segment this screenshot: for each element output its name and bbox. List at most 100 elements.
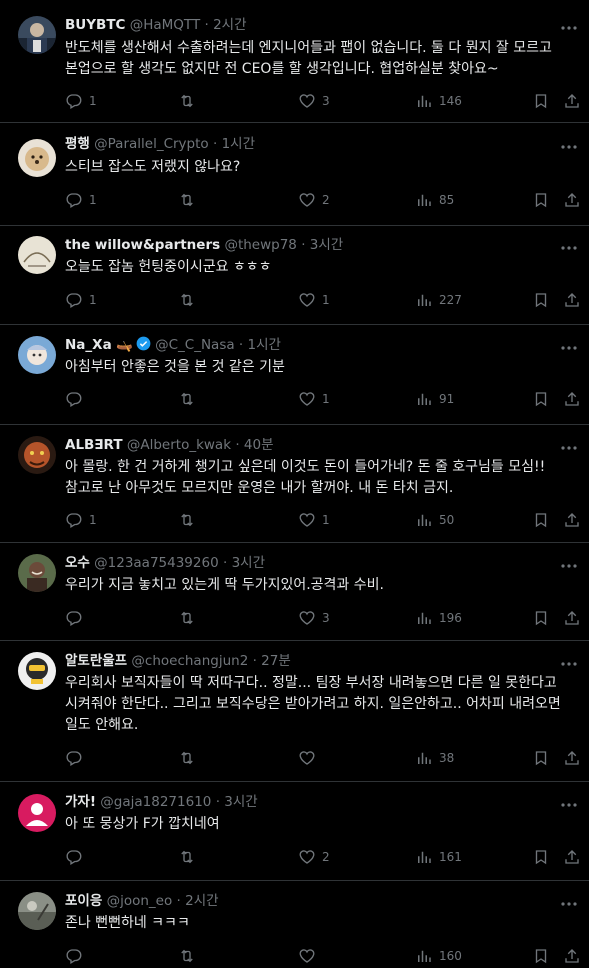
display-name[interactable]: 평행 — [65, 136, 90, 152]
share-button[interactable] — [563, 90, 581, 112]
like-button[interactable]: 3 — [298, 607, 330, 629]
timestamp[interactable]: 3시간 — [224, 794, 257, 810]
handle[interactable]: @thewp78 — [224, 237, 296, 253]
reply-button[interactable]: 1 — [65, 189, 97, 211]
avatar[interactable] — [18, 139, 56, 177]
tweet[interactable]: 평행 @Parallel_Crypto · 1시간 스티브 잡스도 저랬지 않나… — [0, 123, 589, 226]
timestamp[interactable]: 1시간 — [222, 136, 255, 152]
handle[interactable]: @Alberto_kwak — [127, 437, 231, 453]
views-button[interactable]: 227 — [415, 289, 462, 311]
retweet-button[interactable] — [178, 607, 202, 629]
like-button[interactable]: 1 — [298, 289, 330, 311]
handle[interactable]: @123aa75439260 — [94, 555, 219, 571]
views-button[interactable]: 50 — [415, 509, 454, 531]
retweet-button[interactable] — [178, 747, 202, 769]
retweet-button[interactable] — [178, 90, 202, 112]
like-button[interactable]: 1 — [298, 509, 330, 531]
retweet-button[interactable] — [178, 509, 202, 531]
tweet[interactable]: BUYBTC @HaMQTT · 2시간 반도체를 생산해서 수출하려는데 엔지… — [0, 0, 589, 123]
like-button[interactable] — [298, 945, 322, 967]
bookmark-button[interactable] — [532, 289, 550, 311]
views-button[interactable]: 146 — [415, 90, 462, 112]
more-icon[interactable] — [559, 797, 579, 811]
share-button[interactable] — [563, 289, 581, 311]
more-icon[interactable] — [559, 896, 579, 910]
bookmark-button[interactable] — [532, 189, 550, 211]
timestamp[interactable]: 3시간 — [310, 237, 343, 253]
bookmark-button[interactable] — [532, 846, 550, 868]
handle[interactable]: @choechangjun2 — [131, 653, 248, 669]
like-button[interactable]: 2 — [298, 189, 330, 211]
reply-button[interactable] — [65, 846, 89, 868]
avatar[interactable] — [18, 236, 56, 274]
tweet[interactable]: Na_Xa 🛶 @C_C_Nasa · 1시간 아침부터 안좋은 것을 본 것 … — [0, 325, 589, 425]
bookmark-button[interactable] — [532, 509, 550, 531]
display-name[interactable]: ALB∃RT — [65, 437, 123, 453]
tweet[interactable]: 오수 @123aa75439260 · 3시간 우리가 지금 놓치고 있는게 딱… — [0, 543, 589, 641]
reply-button[interactable] — [65, 945, 89, 967]
share-button[interactable] — [563, 388, 581, 410]
more-icon[interactable] — [559, 340, 579, 354]
retweet-button[interactable] — [178, 289, 202, 311]
avatar[interactable] — [18, 794, 56, 832]
retweet-button[interactable] — [178, 388, 202, 410]
more-icon[interactable] — [559, 558, 579, 572]
timestamp[interactable]: 2시간 — [185, 893, 218, 909]
avatar[interactable] — [18, 436, 56, 474]
reply-button[interactable] — [65, 388, 89, 410]
avatar[interactable] — [18, 652, 56, 690]
timestamp[interactable]: 2시간 — [213, 17, 246, 33]
avatar[interactable] — [18, 554, 56, 592]
display-name[interactable]: 알토란울프 — [65, 653, 127, 669]
display-name[interactable]: the willow&partners — [65, 237, 220, 253]
more-icon[interactable] — [559, 440, 579, 454]
avatar[interactable] — [18, 892, 56, 930]
views-button[interactable]: 160 — [415, 945, 462, 967]
tweet[interactable]: 가자! @gaja18271610 · 3시간 아 또 뭉상가 F가 깝치네여 … — [0, 782, 589, 881]
views-button[interactable]: 38 — [415, 747, 454, 769]
display-name[interactable]: BUYBTC — [65, 17, 125, 33]
reply-button[interactable] — [65, 747, 89, 769]
handle[interactable]: @HaMQTT — [130, 17, 200, 33]
retweet-button[interactable] — [178, 945, 202, 967]
reply-button[interactable]: 1 — [65, 289, 97, 311]
display-name[interactable]: 오수 — [65, 555, 90, 571]
share-button[interactable] — [563, 509, 581, 531]
handle[interactable]: @gaja18271610 — [100, 794, 211, 810]
bookmark-button[interactable] — [532, 388, 550, 410]
share-button[interactable] — [563, 945, 581, 967]
avatar[interactable] — [18, 336, 56, 374]
tweet[interactable]: the willow&partners @thewp78 · 3시간 오늘도 잡… — [0, 226, 589, 325]
like-button[interactable]: 1 — [298, 388, 330, 410]
reply-button[interactable]: 1 — [65, 509, 97, 531]
display-name[interactable]: 가자! — [65, 794, 96, 810]
timestamp[interactable]: 3시간 — [232, 555, 265, 571]
timestamp[interactable]: 27분 — [261, 653, 291, 669]
share-button[interactable] — [563, 846, 581, 868]
like-button[interactable]: 3 — [298, 90, 330, 112]
more-icon[interactable] — [559, 240, 579, 254]
display-name[interactable]: Na_Xa — [65, 337, 112, 353]
views-button[interactable]: 196 — [415, 607, 462, 629]
views-button[interactable]: 85 — [415, 189, 454, 211]
reply-button[interactable]: 1 — [65, 90, 97, 112]
bookmark-button[interactable] — [532, 607, 550, 629]
more-icon[interactable] — [559, 139, 579, 153]
handle[interactable]: @Parallel_Crypto — [94, 136, 209, 152]
retweet-button[interactable] — [178, 189, 202, 211]
tweet[interactable]: 알토란울프 @choechangjun2 · 27분 우리회사 보직자들이 딱 … — [0, 641, 589, 782]
bookmark-button[interactable] — [532, 945, 550, 967]
reply-button[interactable] — [65, 607, 89, 629]
share-button[interactable] — [563, 189, 581, 211]
share-button[interactable] — [563, 747, 581, 769]
views-button[interactable]: 91 — [415, 388, 454, 410]
like-button[interactable]: 2 — [298, 846, 330, 868]
more-icon[interactable] — [559, 656, 579, 670]
share-button[interactable] — [563, 607, 581, 629]
avatar[interactable] — [18, 16, 56, 54]
display-name[interactable]: 포이응 — [65, 893, 102, 909]
handle[interactable]: @joon_eo — [107, 893, 173, 909]
tweet[interactable]: 포이응 @joon_eo · 2시간 존나 뻔뻔하네 ㅋㅋㅋ 160 — [0, 881, 589, 968]
bookmark-button[interactable] — [532, 747, 550, 769]
tweet[interactable]: ALB∃RT @Alberto_kwak · 40분 아 몰랑. 한 건 거하게… — [0, 425, 589, 543]
